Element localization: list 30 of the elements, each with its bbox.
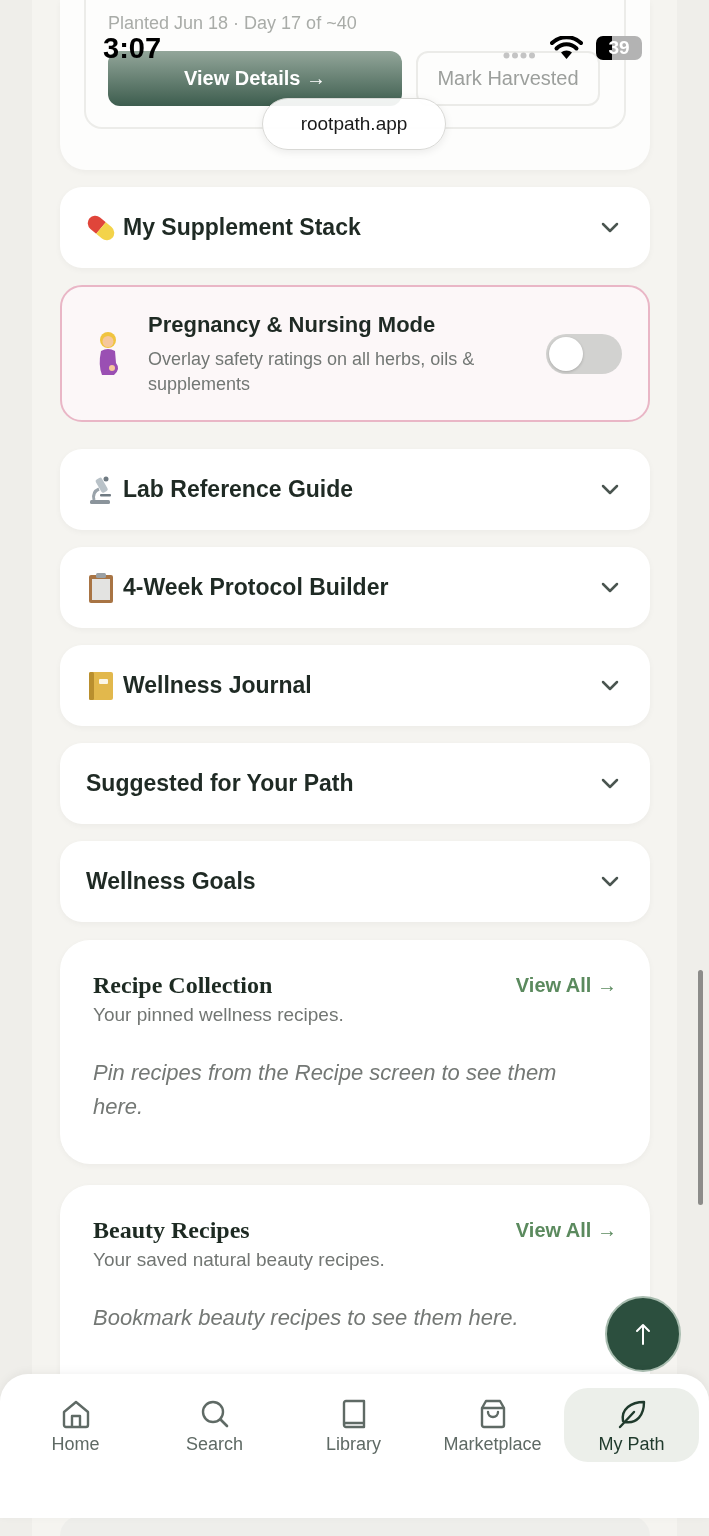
home-icon — [60, 1399, 91, 1429]
mode-title: Pregnancy & Nursing Mode — [148, 310, 437, 339]
tab-item[interactable]: Search — [147, 1388, 282, 1462]
search-icon — [199, 1399, 230, 1429]
accordion-header[interactable]: My Supplement Stack — [60, 187, 650, 268]
up-arrow-icon — [635, 1323, 651, 1345]
tab-item[interactable]: My Path — [564, 1388, 699, 1462]
tab-item[interactable]: Home — [8, 1388, 143, 1462]
signal-dots-icon — [503, 52, 535, 59]
collection-subtitle: Your saved natural beauty recipes. — [93, 1248, 386, 1272]
planting-info: Planted Jun 18 · Day 17 of ~40 — [108, 12, 358, 34]
wifi-icon — [550, 36, 583, 59]
accordion-header[interactable]: Wellness Goals — [60, 841, 650, 922]
collection-subtitle: Your pinned wellness recipes. — [93, 1003, 345, 1027]
accordion-header[interactable]: Suggested for Your Path — [60, 743, 650, 824]
accordion-header[interactable]: 4-Week Protocol Builder — [60, 547, 650, 628]
view-all-link[interactable]: View All → — [515, 970, 617, 1000]
leaf-icon — [616, 1399, 647, 1429]
empty-message: Bookmark beauty recipes to see them here. — [93, 1304, 520, 1332]
toggle-switch[interactable] — [546, 333, 622, 374]
empty-message: Pin recipes from the Recipe screen to see them here. — [93, 1059, 558, 1121]
accordion-header[interactable]: Lab Reference Guide — [60, 449, 650, 530]
collection-title: Beauty Recipes — [93, 1216, 250, 1245]
accordion-header[interactable]: Wellness Journal — [60, 645, 650, 726]
view-all-link[interactable]: View All → — [515, 1215, 617, 1245]
collection-title: Recipe Collection — [93, 971, 273, 1000]
mode-description: Overlay safety ratings on all herbs, oils & supplements — [148, 347, 476, 396]
tab-item[interactable]: Library — [286, 1388, 421, 1462]
address-bar[interactable]: rootpath.app — [262, 98, 446, 150]
tab-item[interactable]: Marketplace — [425, 1388, 560, 1462]
